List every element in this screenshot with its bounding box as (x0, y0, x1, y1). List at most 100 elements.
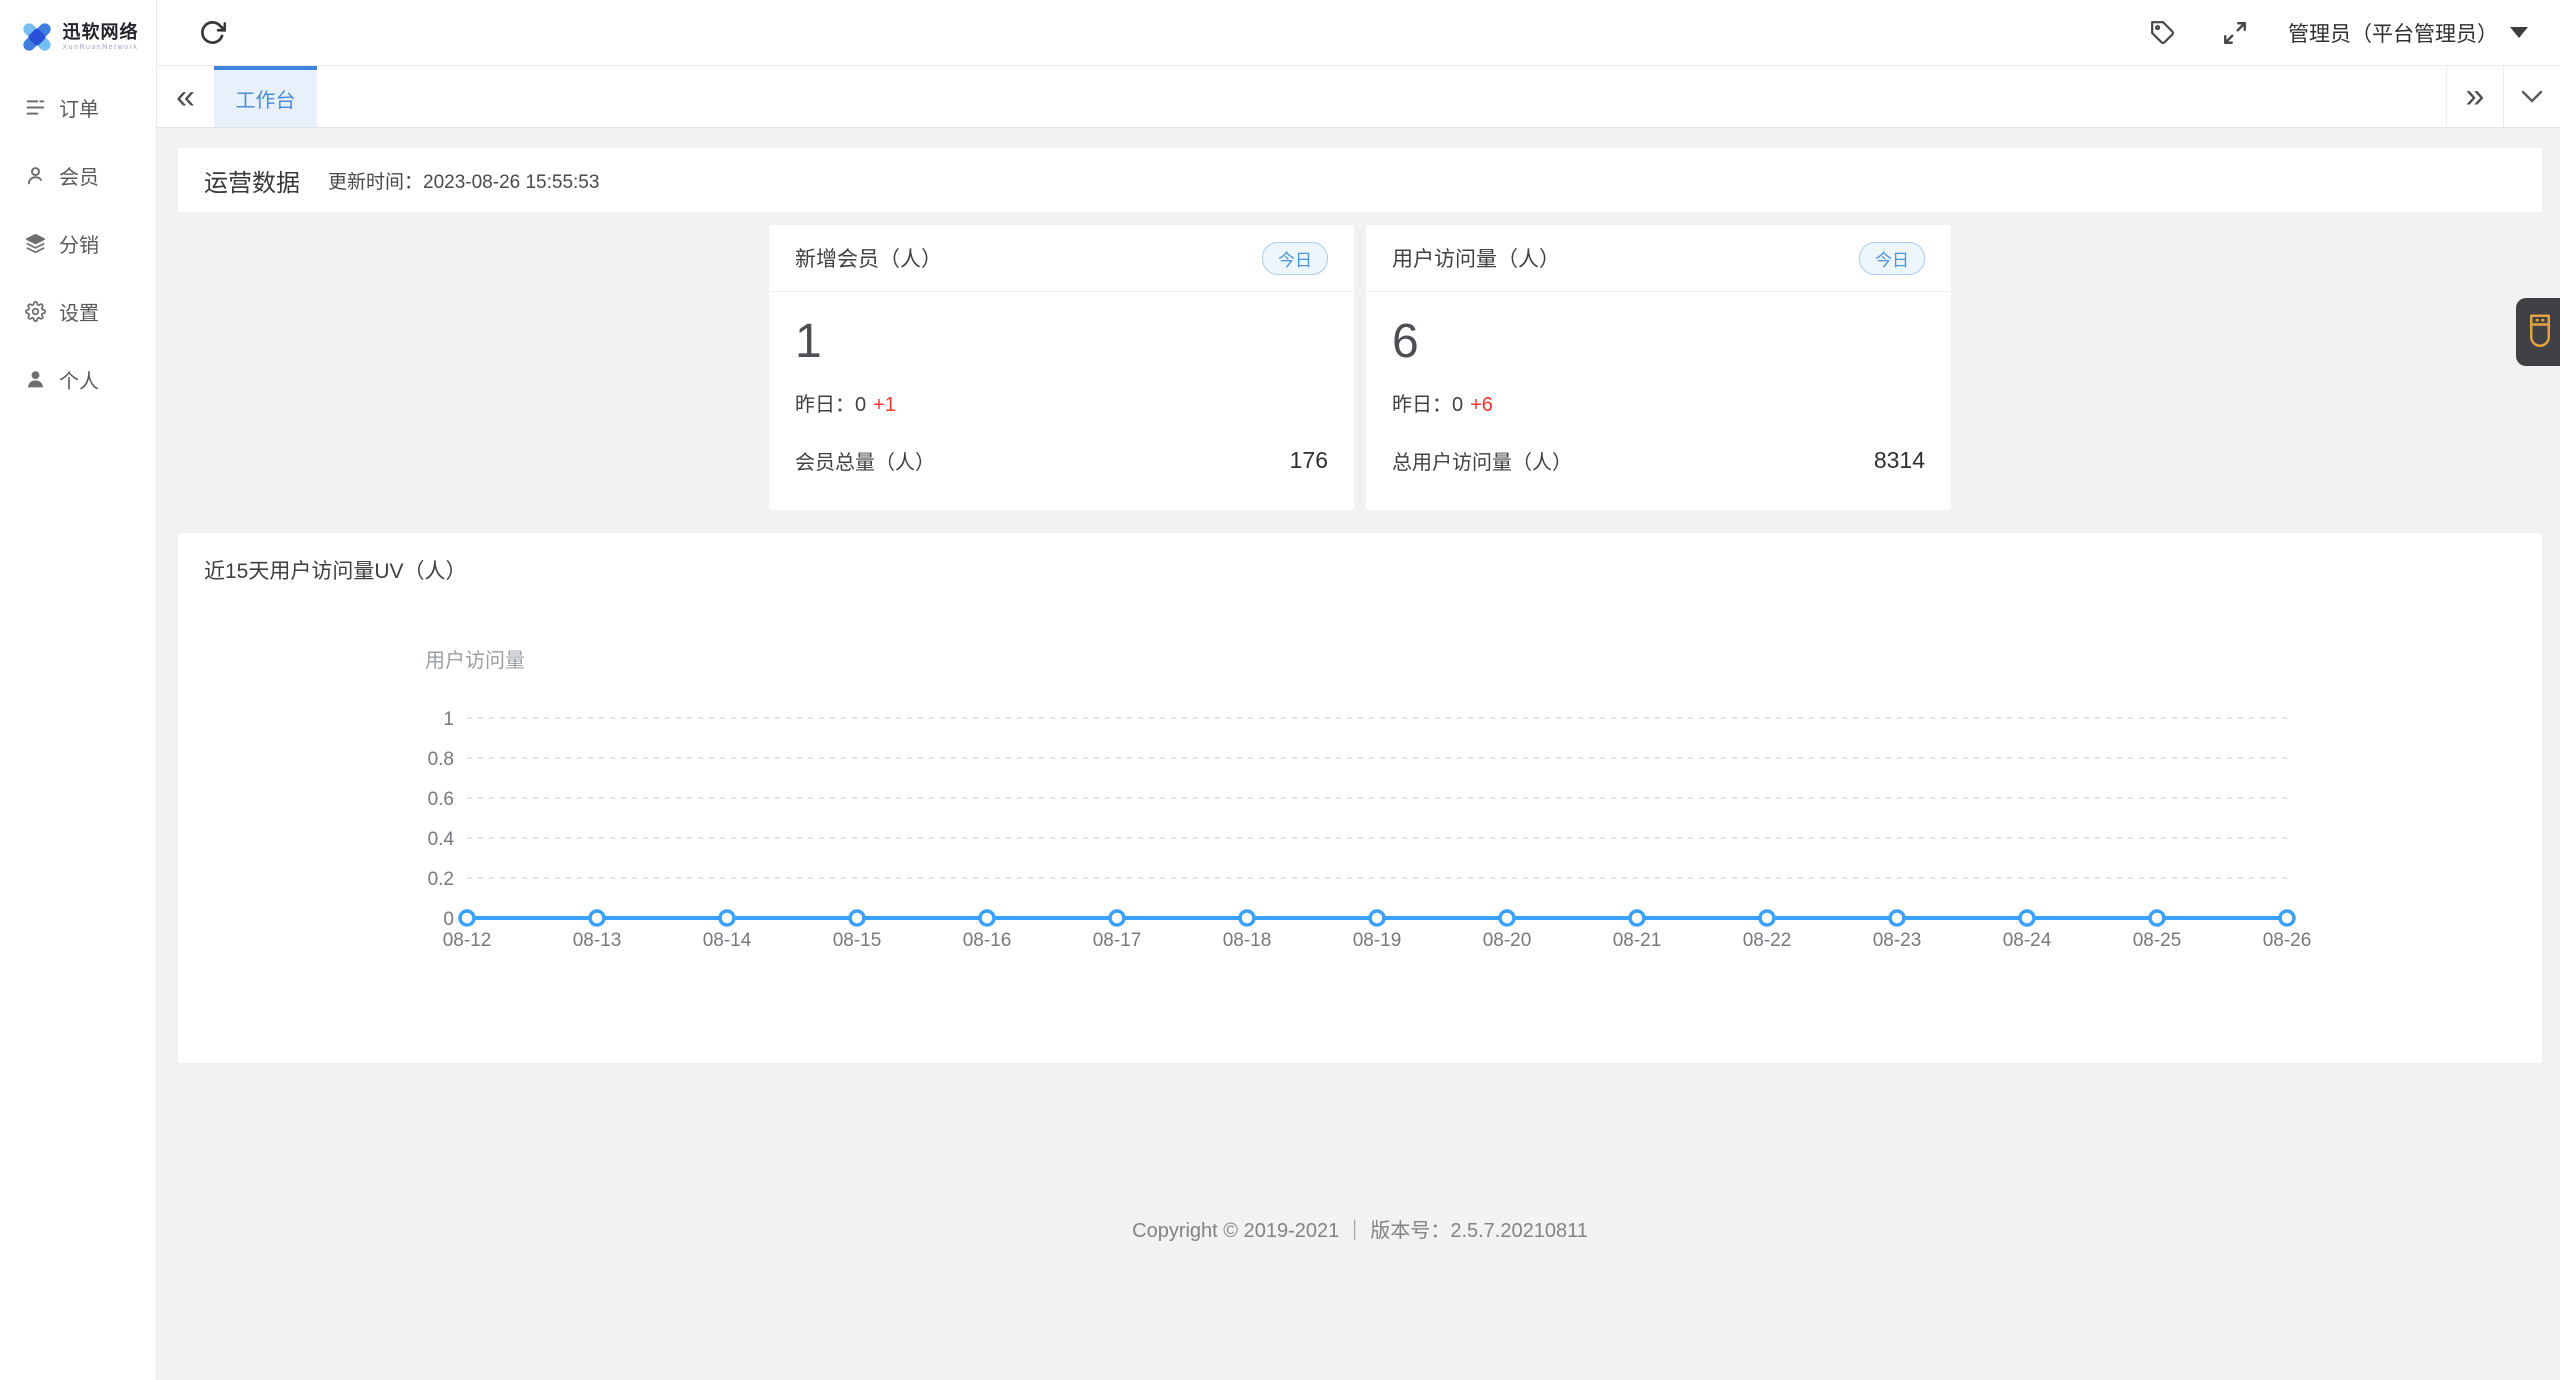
profile-person-icon (25, 369, 46, 390)
svg-text:0: 0 (443, 909, 454, 930)
tabs-scroll-left-button[interactable]: « (157, 66, 214, 127)
uv-line-chart: 用户访问量 0 0.2 0.4 0.6 0.8 1 08-12 08-13 08-14 08-15 0… (425, 649, 2312, 951)
updated-time-label: 更新时间： (328, 171, 424, 193)
svg-text:08-18: 08-18 (1223, 930, 1272, 951)
tabs-scroll-right-button[interactable]: » (2446, 66, 2503, 127)
svg-text:08-17: 08-17 (1093, 930, 1142, 951)
yesterday-label: 昨日： (795, 394, 855, 416)
settings-gear-icon (25, 300, 46, 322)
top-header: 管理员（平台管理员） (157, 0, 2560, 66)
svg-text:08-13: 08-13 (573, 930, 622, 951)
today-badge: 今日 (1859, 241, 1925, 275)
brand-title: 迅软网络 (62, 21, 139, 42)
today-badge: 今日 (1262, 241, 1328, 275)
sidebar-item-label: 个人 (59, 370, 99, 393)
stat-card-footer: 会员总量（人） 176 (769, 446, 1354, 475)
user-name: 管理员（平台管理员） (2288, 22, 2498, 46)
uv-chart-card: 近15天用户访问量UV（人） 用户访问量 0 0.2 0.4 0.6 0.8 1 08-12 0… (178, 533, 2542, 1063)
stat-card-header: 用户访问量（人） 今日 (1366, 225, 1951, 292)
total-label: 总用户访问量（人） (1392, 452, 1572, 474)
user-menu[interactable]: 管理员（平台管理员） (2288, 18, 2528, 48)
svg-text:0.8: 0.8 (428, 749, 454, 770)
sidebar: 迅软网络 XunRuanNetwork 订单 会员 分销 设置 个人 (0, 0, 157, 1380)
sidebar-item-members[interactable]: 会员 (0, 141, 156, 209)
svg-text:08-22: 08-22 (1743, 930, 1792, 951)
total-value: 8314 (1873, 447, 1925, 473)
tag-button[interactable] (2144, 14, 2182, 52)
updated-time: 更新时间：2023-08-26 15:55:53 (328, 167, 599, 194)
sidebar-item-label: 订单 (59, 98, 99, 121)
sidebar-item-settings[interactable]: 设置 (0, 277, 156, 345)
usb-drive-icon (2530, 314, 2550, 347)
svg-text:08-12: 08-12 (443, 930, 492, 951)
brand-subtitle: XunRuanNetwork (62, 43, 139, 51)
sidebar-item-orders[interactable]: 订单 (0, 73, 156, 141)
yesterday-row: 昨日：0 +1 (795, 388, 1328, 417)
distribution-layers-icon (25, 233, 46, 254)
tag-icon (2151, 20, 2175, 44)
sidebar-item-distribution[interactable]: 分销 (0, 209, 156, 277)
floating-widget-button[interactable] (2516, 298, 2560, 366)
sidebar-item-profile[interactable]: 个人 (0, 345, 156, 413)
svg-text:0.2: 0.2 (428, 869, 454, 890)
tab-label: 工作台 (235, 90, 296, 112)
yesterday-label: 昨日： (1392, 394, 1452, 416)
svg-text:1: 1 (443, 709, 454, 730)
chevron-down-icon (2521, 90, 2543, 103)
tabs-menu-button[interactable] (2503, 66, 2560, 127)
svg-text:08-24: 08-24 (2003, 930, 2052, 951)
svg-text:用户访问量: 用户访问量 (425, 649, 525, 672)
svg-text:08-25: 08-25 (2133, 930, 2182, 951)
svg-text:0.4: 0.4 (428, 829, 455, 850)
brand-logo[interactable]: 迅软网络 XunRuanNetwork (0, 0, 156, 73)
refresh-button[interactable] (193, 13, 232, 52)
operations-title: 运营数据 (204, 169, 300, 197)
stat-card-body: 6 昨日：0 +6 (1366, 292, 1951, 417)
stat-card-header: 新增会员（人） 今日 (769, 225, 1354, 292)
delta-value: +1 (873, 394, 896, 416)
yesterday-value: 0 (855, 394, 867, 416)
stat-card-user-visits: 用户访问量（人） 今日 6 昨日：0 +6 总用户访问量（人） 8314 (1366, 225, 1951, 510)
app-root: 迅软网络 XunRuanNetwork 订单 会员 分销 设置 个人 管理员（平… (0, 0, 2560, 1380)
sidebar-item-label: 会员 (59, 166, 99, 189)
tab-workbench[interactable]: 工作台 (214, 66, 317, 127)
main-content: 运营数据 更新时间：2023-08-26 15:55:53 新增会员（人） 今日… (157, 128, 2560, 1380)
tab-bar: « 工作台 » (157, 66, 2560, 128)
updated-time-value: 2023-08-26 15:55:53 (423, 171, 600, 193)
yesterday-value: 0 (1452, 394, 1464, 416)
delta-value: +6 (1470, 394, 1493, 416)
sidebar-menu: 订单 会员 分销 设置 个人 (0, 73, 156, 413)
stat-card-new-members: 新增会员（人） 今日 1 昨日：0 +1 会员总量（人） 176 (769, 225, 1354, 510)
total-label: 会员总量（人） (795, 452, 935, 474)
svg-text:08-19: 08-19 (1353, 930, 1402, 951)
svg-text:08-26: 08-26 (2263, 930, 2312, 951)
svg-text:08-14: 08-14 (703, 930, 752, 951)
svg-text:08-16: 08-16 (963, 930, 1012, 951)
tabbar-right-actions: » (2446, 66, 2560, 127)
svg-text:08-21: 08-21 (1613, 930, 1662, 951)
stat-card-title: 新增会员（人） (795, 248, 942, 271)
order-list-icon (25, 97, 46, 118)
caret-down-icon (2510, 27, 2528, 38)
fullscreen-button[interactable] (2216, 14, 2254, 52)
sidebar-item-label: 设置 (59, 302, 99, 325)
svg-text:08-23: 08-23 (1873, 930, 1922, 951)
fullscreen-icon (2224, 21, 2246, 44)
svg-text:08-15: 08-15 (833, 930, 882, 951)
stat-value: 1 (795, 315, 822, 368)
member-icon (25, 165, 46, 186)
stat-card-body: 1 昨日：0 +1 (769, 292, 1354, 417)
refresh-icon (201, 21, 226, 44)
operations-data-card: 运营数据 更新时间：2023-08-26 15:55:53 (178, 148, 2542, 212)
yesterday-row: 昨日：0 +6 (1392, 388, 1925, 417)
sidebar-item-label: 分销 (59, 234, 99, 257)
stat-card-footer: 总用户访问量（人） 8314 (1366, 446, 1951, 475)
total-value: 176 (1289, 447, 1328, 473)
topbar-actions: 管理员（平台管理员） (2144, 14, 2560, 52)
brand-logo-icon (22, 22, 51, 51)
brand-text: 迅软网络 XunRuanNetwork (63, 23, 139, 51)
svg-text:0.6: 0.6 (428, 789, 454, 810)
svg-text:08-20: 08-20 (1483, 930, 1532, 951)
stat-cards-row: 新增会员（人） 今日 1 昨日：0 +1 会员总量（人） 176 用户访问量（人） (178, 225, 2542, 510)
stat-card-title: 用户访问量（人） (1392, 248, 1560, 271)
